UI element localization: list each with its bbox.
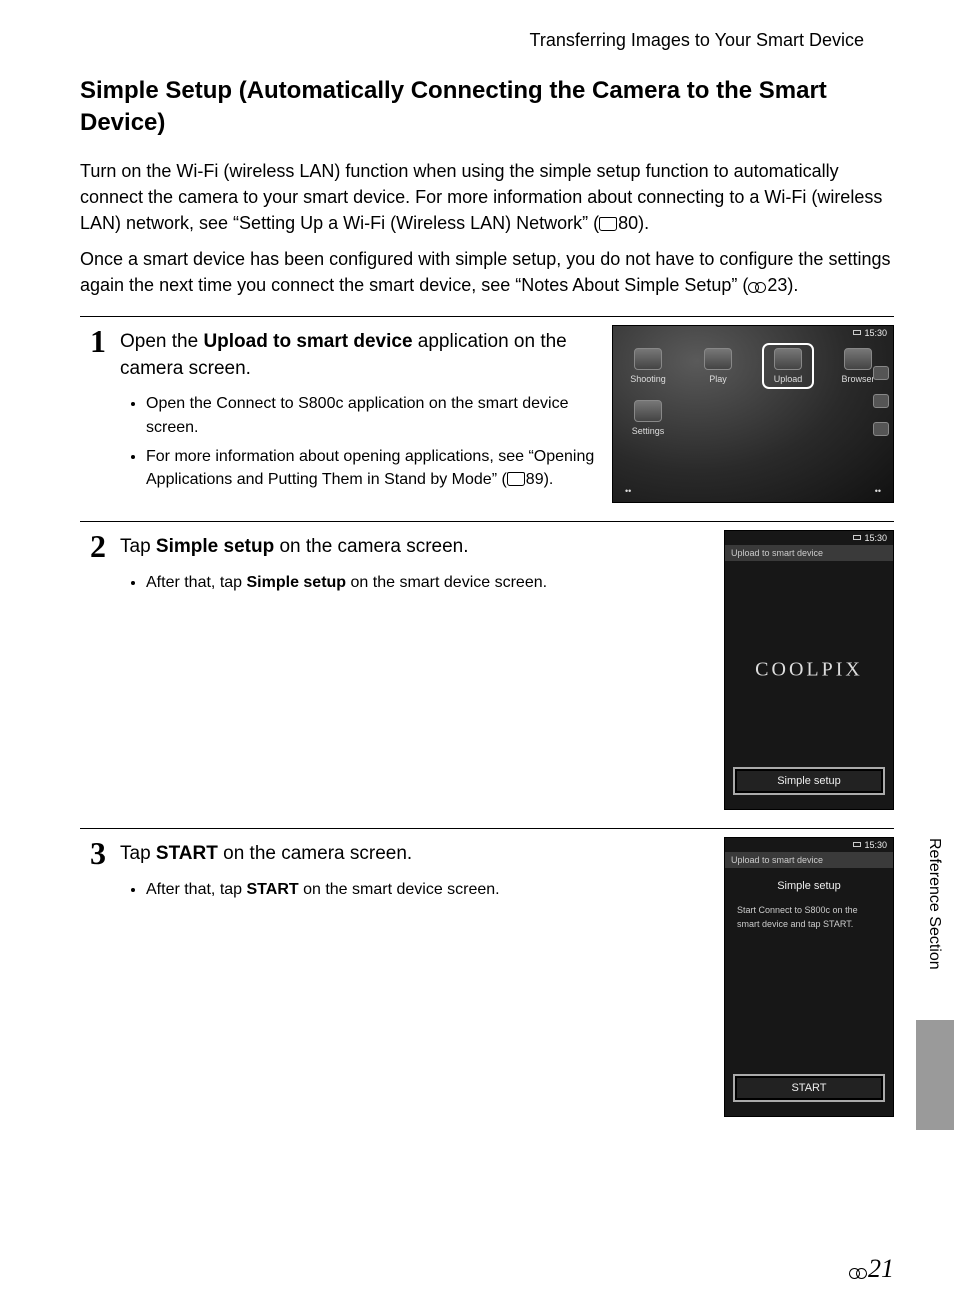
battery-icon <box>853 330 861 335</box>
step-3: 3 Tap START on the camera screen. After … <box>80 837 710 907</box>
app-upload[interactable]: Upload <box>767 348 809 384</box>
status-bar: 15:30 <box>853 533 887 543</box>
page-dots-left: •• <box>625 486 631 496</box>
tray-icon[interactable] <box>873 366 889 380</box>
battery-icon <box>853 535 861 540</box>
bullet: Open the Connect to S800c application on… <box>146 392 598 438</box>
screen-titlebar: Upload to smart device <box>725 545 893 561</box>
step-number: 1 <box>80 325 106 357</box>
section-tab-marker <box>916 1020 954 1130</box>
step-number: 2 <box>80 530 106 562</box>
side-tray <box>869 366 893 436</box>
step-2: 2 Tap Simple setup on the camera screen.… <box>80 530 710 600</box>
status-bar: 15:30 <box>853 840 887 850</box>
camera-upload-screen: 15:30 Upload to smart device COOLPIX Sim… <box>724 530 894 810</box>
globe-icon <box>844 348 872 370</box>
start-button[interactable]: START <box>733 1074 885 1102</box>
page-heading: Simple Setup (Automatically Connecting t… <box>80 75 894 140</box>
simple-setup-button[interactable]: Simple setup <box>733 767 885 795</box>
bullet: After that, tap START on the smart devic… <box>146 878 710 901</box>
screen-titlebar: Upload to smart device <box>725 852 893 868</box>
step-title: Tap Simple setup on the camera screen. <box>120 534 710 561</box>
upload-icon <box>774 348 802 370</box>
screen-message: Start Connect to S800c on the smart devi… <box>737 904 881 931</box>
camera-home-screen: 15:30 Shooting Play Upload Browser Setti… <box>612 325 894 503</box>
bullet: For more information about opening appli… <box>146 445 598 491</box>
section-tab: Reference Section <box>916 830 954 1130</box>
page-dots-right: •• <box>875 486 881 496</box>
step-title: Open the Upload to smart device applicat… <box>120 329 598 382</box>
divider <box>80 316 894 317</box>
intro-paragraph-1: Turn on the Wi-Fi (wireless LAN) functio… <box>80 158 894 236</box>
step-1: 1 Open the Upload to smart device applic… <box>80 325 598 497</box>
play-icon <box>704 348 732 370</box>
tray-icon[interactable] <box>873 394 889 408</box>
camera-icon <box>634 348 662 370</box>
gear-icon <box>634 400 662 422</box>
tray-icon[interactable] <box>873 422 889 436</box>
running-head: Transferring Images to Your Smart Device <box>80 30 894 51</box>
crossref-icon <box>849 1268 867 1278</box>
status-bar: 15:30 <box>853 328 887 338</box>
app-settings[interactable]: Settings <box>627 400 669 436</box>
step-title: Tap START on the camera screen. <box>120 841 710 868</box>
divider <box>80 521 894 522</box>
crossref-icon <box>748 282 766 292</box>
screen-subhead: Simple setup <box>725 880 893 892</box>
battery-icon <box>853 842 861 847</box>
bullet: After that, tap Simple setup on the smar… <box>146 571 710 594</box>
divider <box>80 828 894 829</box>
manual-ref-icon <box>599 213 618 233</box>
app-shooting[interactable]: Shooting <box>627 348 669 384</box>
brand-logo: COOLPIX <box>725 659 893 682</box>
page-number: 21 <box>849 1254 894 1284</box>
step-number: 3 <box>80 837 106 869</box>
manual-ref-icon <box>507 471 526 488</box>
intro-paragraph-2: Once a smart device has been configured … <box>80 246 894 298</box>
app-play[interactable]: Play <box>697 348 739 384</box>
section-tab-label: Reference Section <box>916 830 943 1020</box>
camera-start-screen: 15:30 Upload to smart device Simple setu… <box>724 837 894 1117</box>
